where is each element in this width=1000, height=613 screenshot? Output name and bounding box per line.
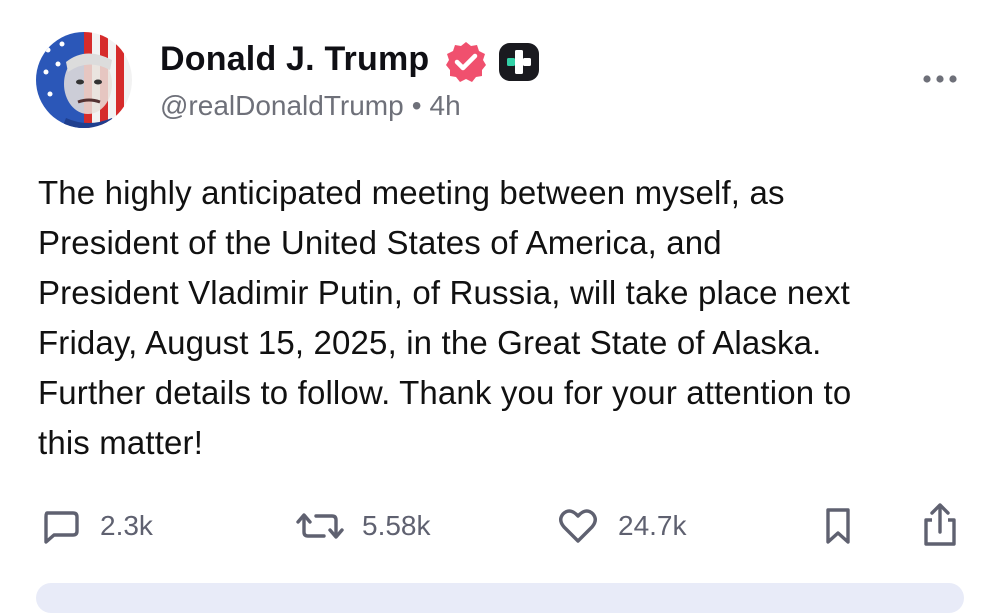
verified-badge-icon: [446, 42, 486, 82]
share-button[interactable]: [918, 498, 962, 554]
post-text-line: Further details to follow. Thank you for…: [38, 374, 852, 411]
more-options-button[interactable]: [920, 72, 960, 86]
repost-arrows-icon: [296, 513, 344, 539]
avatar[interactable]: [36, 32, 132, 128]
repost-button[interactable]: 5.58k: [296, 498, 431, 554]
post-text: The highly anticipated meeting between m…: [38, 168, 978, 468]
share-upload-icon: [924, 503, 956, 546]
reply-button[interactable]: 2.3k: [38, 498, 153, 554]
post-text-line: The highly anticipated meeting between m…: [38, 174, 785, 211]
bookmark-icon: [826, 508, 850, 544]
display-name[interactable]: Donald J. Trump: [160, 40, 429, 79]
post-text-line: President of the United States of Americ…: [38, 224, 722, 261]
plus-badge-icon: [499, 43, 539, 81]
timestamp[interactable]: 4h: [430, 90, 461, 121]
more-horizontal-icon: [923, 75, 957, 83]
reply-bubble-icon: [44, 511, 79, 544]
post-card: Donald J. Trump @realDonaldTrump • 4h The …: [0, 0, 1000, 613]
separator-dot: •: [411, 90, 422, 121]
like-count: 24.7k: [618, 510, 687, 541]
bookmark-button[interactable]: [818, 498, 858, 554]
reply-count: 2.3k: [100, 510, 153, 541]
heart-icon: [559, 509, 597, 543]
repost-count: 5.58k: [362, 510, 431, 541]
like-button[interactable]: 24.7k: [556, 498, 687, 554]
handle-row: @realDonaldTrump • 4h: [160, 90, 461, 122]
post-text-line: Friday, August 15, 2025, in the Great St…: [38, 324, 822, 361]
action-bar: 2.3k 5.58k 24.7k: [0, 498, 1000, 554]
post-text-line: this matter!: [38, 424, 204, 461]
post-text-line: President Vladimir Putin, of Russia, wil…: [38, 274, 850, 311]
reply-composer-strip[interactable]: [36, 583, 964, 613]
handle[interactable]: @realDonaldTrump: [160, 90, 404, 121]
